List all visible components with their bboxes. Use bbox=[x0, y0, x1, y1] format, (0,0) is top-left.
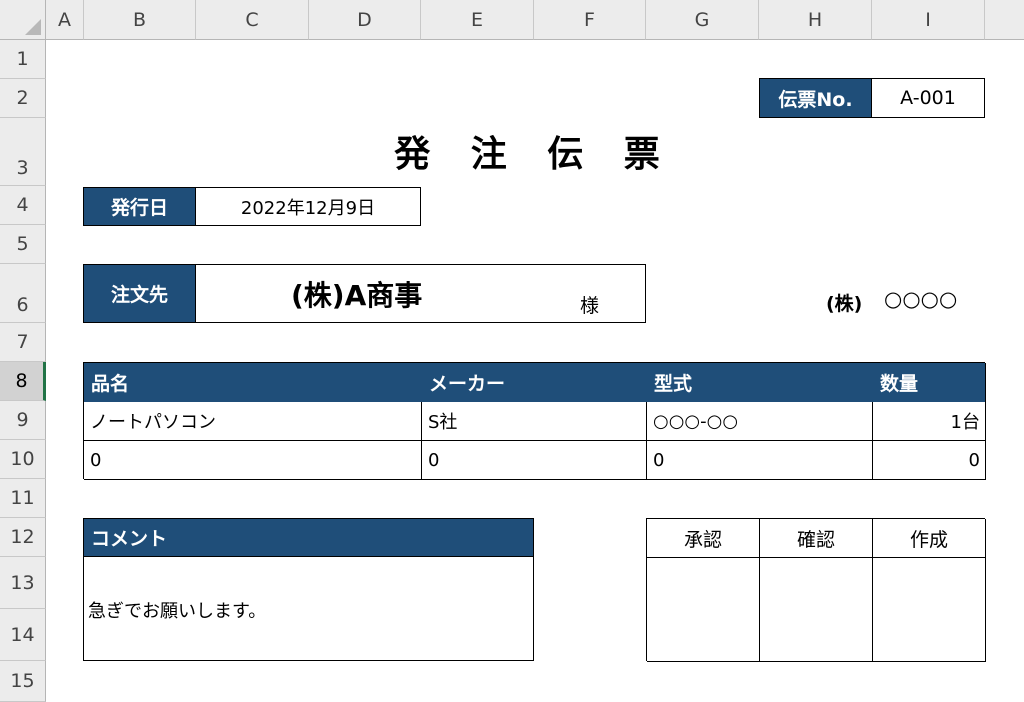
table-cell[interactable]: ○○○-○○ bbox=[647, 402, 873, 441]
row-header-2[interactable]: 2 bbox=[0, 79, 46, 118]
approval-header-check: 確認 bbox=[760, 519, 873, 558]
slip-number-value[interactable]: A-001 bbox=[871, 78, 985, 118]
select-all-triangle-icon bbox=[25, 19, 41, 35]
column-header-b[interactable]: B bbox=[84, 0, 196, 40]
column-header-i[interactable]: I bbox=[872, 0, 985, 40]
items-header-maker: メーカー bbox=[422, 363, 647, 402]
table-cell[interactable]: 0 bbox=[422, 441, 647, 480]
slip-number-label: 伝票No. bbox=[759, 78, 872, 118]
row-header-11[interactable]: 11 bbox=[0, 479, 46, 518]
row-header-10[interactable]: 10 bbox=[0, 440, 46, 479]
comment-box[interactable]: 急ぎでお願いします。 bbox=[83, 556, 534, 661]
row-header-6[interactable]: 6 bbox=[0, 264, 46, 323]
items-header-name: 品名 bbox=[84, 363, 422, 402]
column-header-next[interactable] bbox=[985, 0, 1024, 40]
select-all-corner[interactable] bbox=[0, 0, 46, 40]
order-to-field[interactable]: (株)A商事 様 bbox=[195, 264, 646, 323]
issue-date-label: 発行日 bbox=[83, 187, 196, 226]
table-cell[interactable]: 1台 bbox=[873, 402, 986, 441]
approval-stamp-create[interactable] bbox=[873, 558, 986, 662]
order-to-label: 注文先 bbox=[83, 264, 196, 323]
approval-header-create: 作成 bbox=[873, 519, 986, 558]
row-header-1[interactable]: 1 bbox=[0, 40, 46, 79]
row-header-15[interactable]: 15 bbox=[0, 661, 46, 702]
approval-stamp-approve[interactable] bbox=[647, 558, 760, 662]
table-cell[interactable]: S社 bbox=[422, 402, 647, 441]
comment-text: 急ぎでお願いします。 bbox=[88, 601, 267, 622]
page-title: 発 注 伝 票 bbox=[394, 134, 674, 175]
approval-table: 承認 確認 作成 bbox=[646, 518, 986, 662]
column-header-a[interactable]: A bbox=[46, 0, 84, 40]
approval-stamp-check[interactable] bbox=[760, 558, 873, 662]
row-header-12[interactable]: 12 bbox=[0, 518, 46, 557]
issue-date-value[interactable]: 2022年12月9日 bbox=[195, 187, 421, 226]
row-header-3[interactable]: 3 bbox=[0, 118, 46, 186]
column-header-d[interactable]: D bbox=[309, 0, 421, 40]
row-header-7[interactable]: 7 bbox=[0, 323, 46, 362]
table-cell[interactable]: 0 bbox=[84, 441, 422, 480]
table-cell[interactable]: ノートパソコン bbox=[84, 402, 422, 441]
column-header-h[interactable]: H bbox=[759, 0, 872, 40]
row-header-13[interactable]: 13 bbox=[0, 557, 46, 609]
items-header-model: 型式 bbox=[647, 363, 873, 402]
table-cell[interactable]: 0 bbox=[873, 441, 986, 480]
row-header-8[interactable]: 8 bbox=[0, 362, 46, 401]
column-header-f[interactable]: F bbox=[534, 0, 646, 40]
column-header-e[interactable]: E bbox=[421, 0, 534, 40]
issuer-name: ○○○○ bbox=[884, 287, 958, 311]
row-header-5[interactable]: 5 bbox=[0, 225, 46, 264]
comment-label: コメント bbox=[83, 518, 534, 557]
column-header-g[interactable]: G bbox=[646, 0, 759, 40]
issuer-prefix: (株) bbox=[826, 293, 863, 315]
honorific: 様 bbox=[580, 295, 600, 317]
approval-header-approve: 承認 bbox=[647, 519, 760, 558]
order-to-company: (株)A商事 bbox=[291, 279, 423, 312]
table-cell[interactable]: 0 bbox=[647, 441, 873, 480]
row-header-4[interactable]: 4 bbox=[0, 186, 46, 225]
row-header-9[interactable]: 9 bbox=[0, 401, 46, 440]
items-header-quantity: 数量 bbox=[873, 363, 986, 402]
row-header-14[interactable]: 14 bbox=[0, 609, 46, 661]
items-table: 品名 メーカー 型式 数量 ノートパソコン S社 ○○○-○○ 1台 0 0 0… bbox=[83, 362, 986, 480]
column-header-c[interactable]: C bbox=[196, 0, 309, 40]
